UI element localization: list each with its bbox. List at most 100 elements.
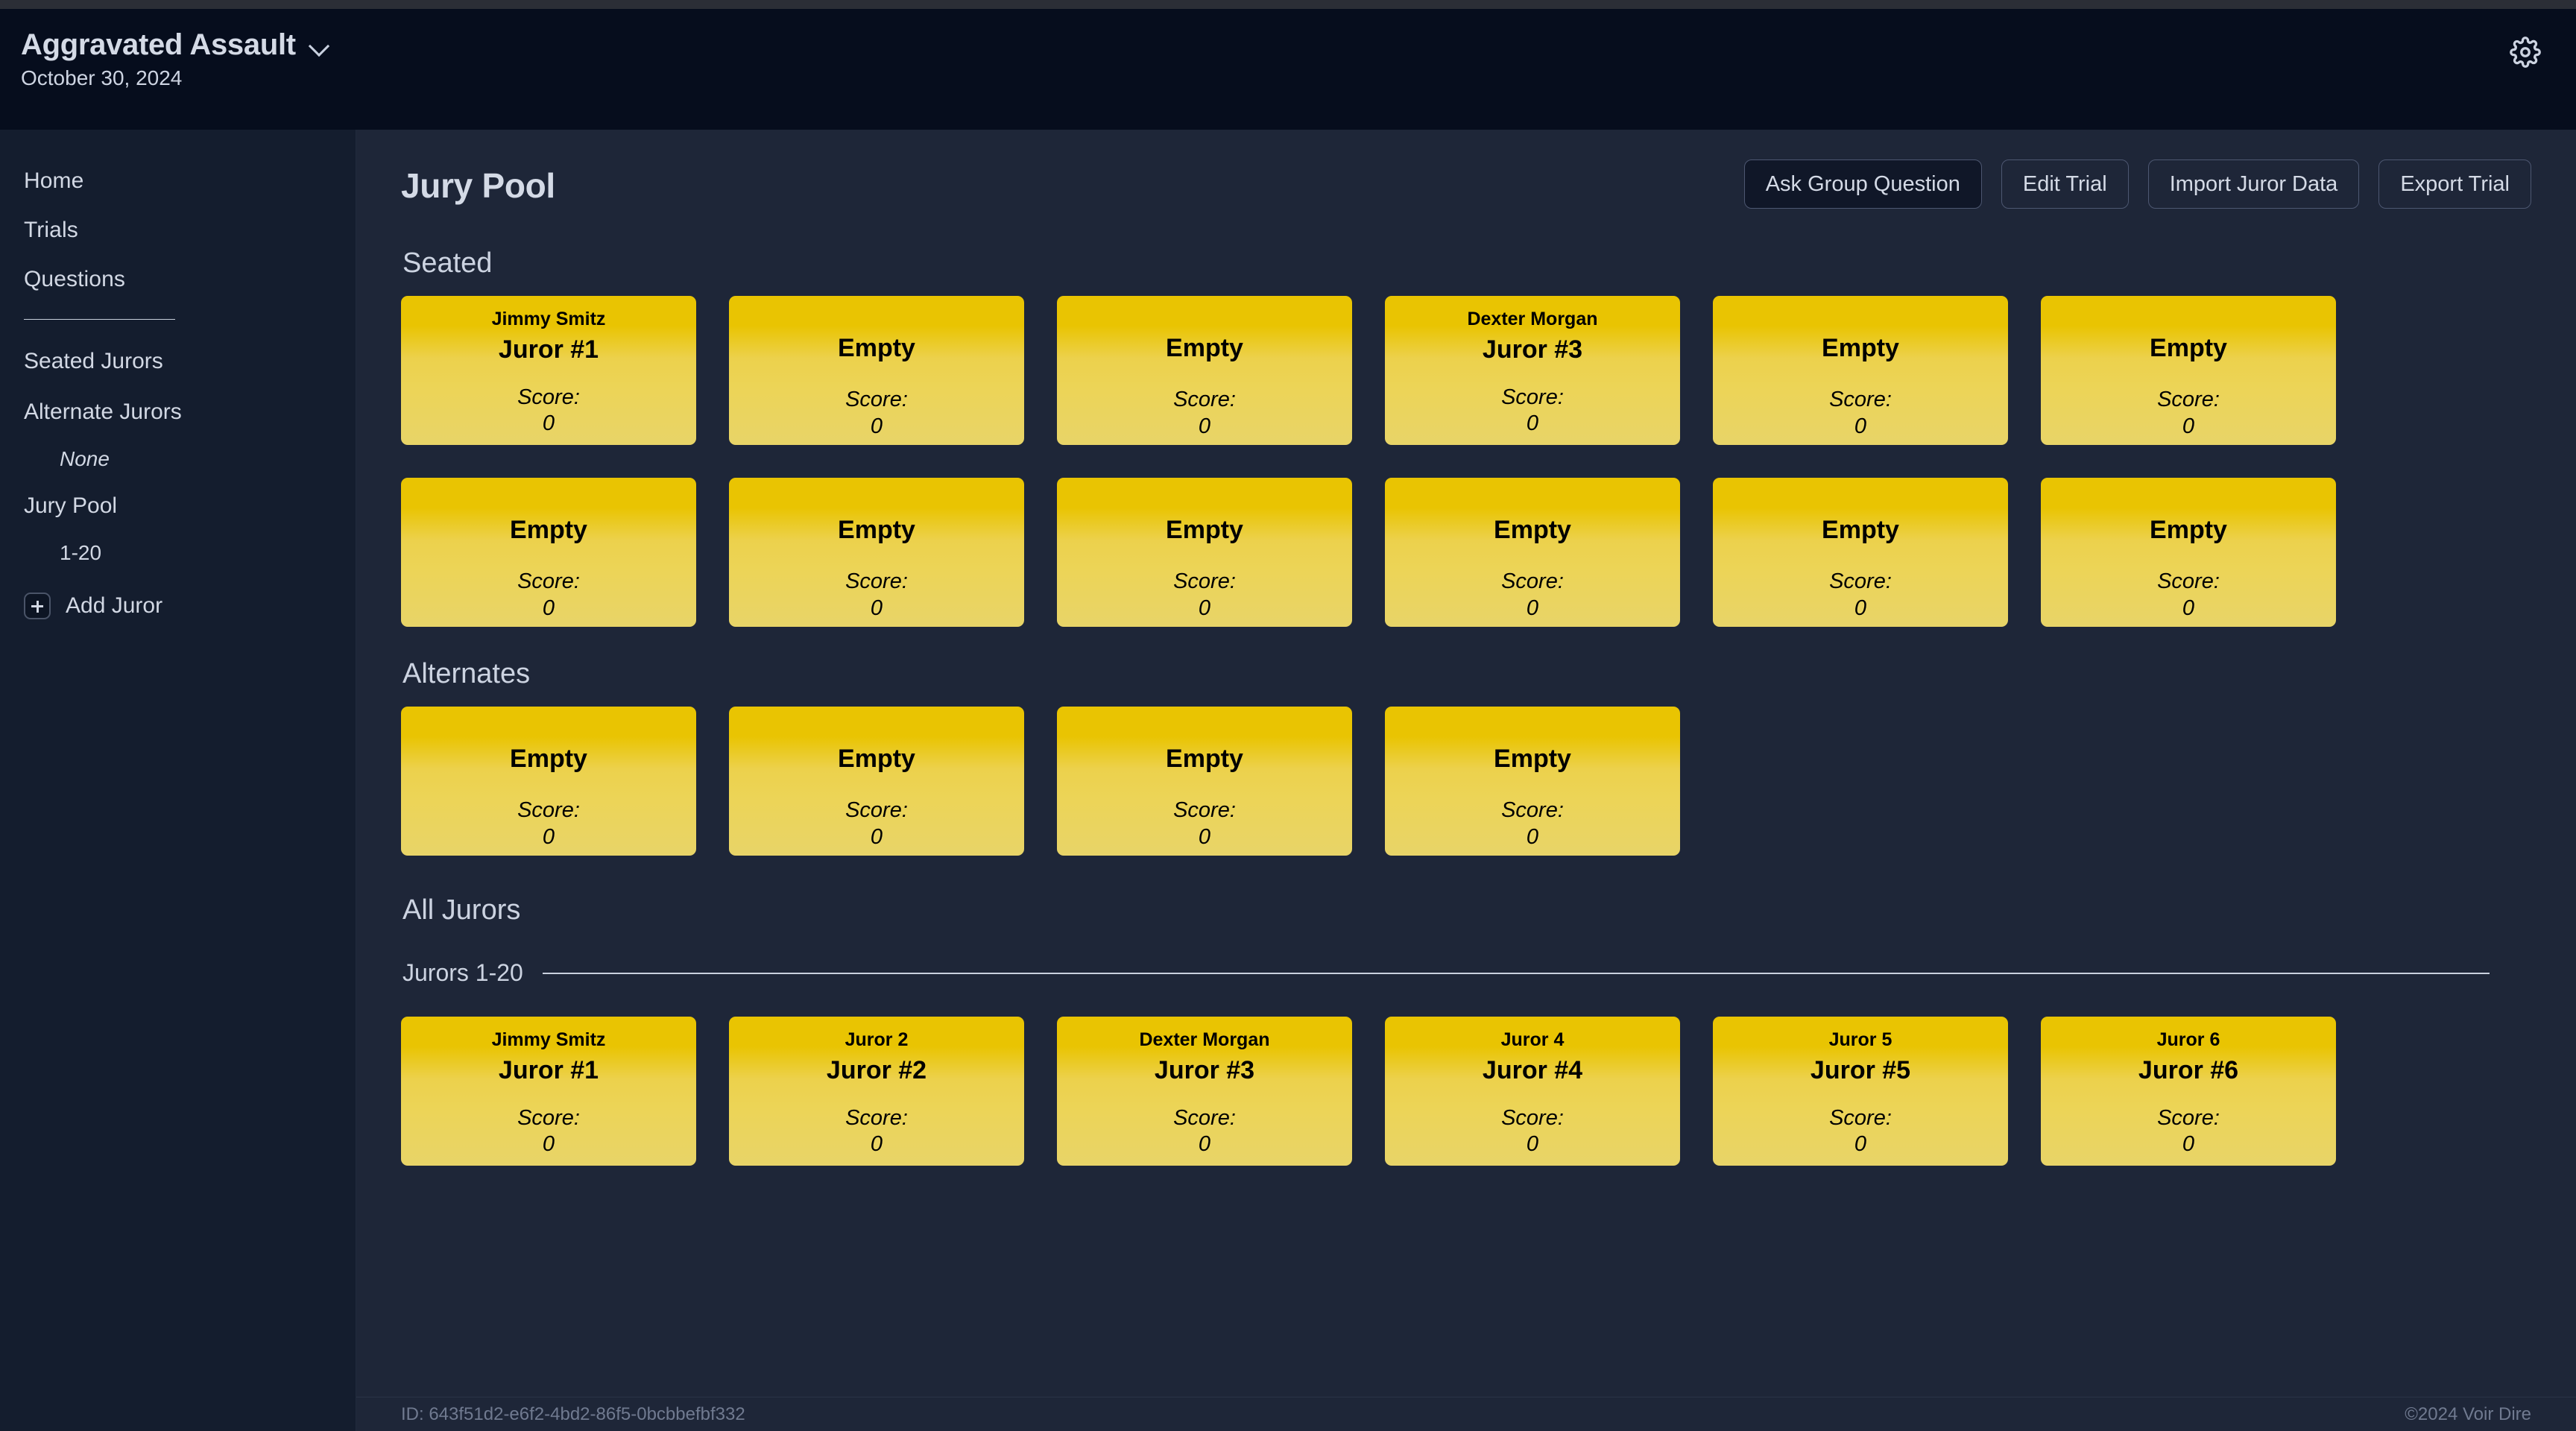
sidebar-subitem-1-20[interactable]: 1-20 — [24, 531, 332, 575]
gear-icon — [2510, 37, 2541, 68]
settings-button[interactable] — [2506, 33, 2545, 72]
score-label: Score: — [845, 797, 908, 824]
juror-card[interactable]: EmptyScore:0 — [1057, 478, 1352, 627]
ask-group-question-button[interactable]: Ask Group Question — [1744, 159, 1982, 209]
score-label: Score: — [1173, 797, 1236, 824]
juror-number: Juror #3 — [1483, 333, 1582, 366]
sidebar-item-trials[interactable]: Trials — [24, 206, 332, 255]
juror-card[interactable]: Dexter MorganJuror #3 Score:0 — [1057, 1017, 1352, 1166]
score-label: Score: — [2157, 1105, 2220, 1131]
juror-card[interactable]: EmptyScore:0 — [2041, 478, 2336, 627]
page-title: Jury Pool — [401, 159, 555, 206]
juror-card[interactable]: EmptyScore:0 — [401, 707, 696, 856]
trial-id: ID: 643f51d2-e6f2-4bd2-86f5-0bcbbefbf332 — [401, 1404, 745, 1425]
juror-card[interactable]: Jimmy SmitzJuror #1Score:0 — [401, 1017, 696, 1166]
juror-card[interactable]: Jimmy SmitzJuror #1Score:0 — [401, 296, 696, 445]
juror-card[interactable]: Juror 6Juror #6Score:0 — [2041, 1017, 2336, 1166]
score-value: 0 — [871, 824, 883, 852]
score-label: Score: — [2157, 569, 2220, 595]
add-juror-button[interactable]: Add Juror — [24, 593, 332, 619]
top-bar: Aggravated Assault October 30, 2024 — [0, 0, 2576, 130]
score-value: 0 — [1527, 410, 1538, 438]
juror-number: Empty — [838, 742, 915, 775]
juror-card[interactable]: EmptyScore:0 — [1713, 296, 2008, 445]
section-grid-seated: Jimmy SmitzJuror #1Score:0EmptyScore:0Em… — [401, 296, 2531, 627]
score-value: 0 — [1527, 595, 1538, 623]
score-label: Score: — [1829, 1105, 1892, 1131]
jurors-range-divider: Jurors 1-20 — [402, 959, 2531, 987]
juror-number: Empty — [1822, 514, 1899, 546]
sidebar-divider — [24, 319, 175, 320]
score-value: 0 — [871, 413, 883, 441]
juror-card[interactable]: EmptyScore:0 — [1385, 707, 1680, 856]
main-content: Jury Pool Ask Group Question Edit Trial Im… — [356, 130, 2576, 1431]
juror-card[interactable]: Juror 5Juror #5Score:0 — [1713, 1017, 2008, 1166]
body-wrapper: HomeTrialsQuestions Seated JurorsAlterna… — [0, 130, 2576, 1431]
score-label: Score: — [1501, 569, 1564, 595]
juror-card[interactable]: EmptyScore:0 — [729, 478, 1024, 627]
juror-number: Empty — [2150, 332, 2227, 364]
score-value: 0 — [2182, 595, 2194, 623]
juror-card[interactable]: EmptyScore:0 — [2041, 296, 2336, 445]
juror-number: Empty — [1166, 514, 1243, 546]
score-label: Score: — [517, 569, 580, 595]
score-label: Score: — [1173, 1105, 1236, 1131]
juror-card[interactable]: EmptyScore:0 — [1057, 707, 1352, 856]
sidebar-subitem-none[interactable]: None — [24, 437, 332, 481]
score-value: 0 — [1199, 413, 1210, 441]
action-buttons: Ask Group Question Edit Trial Import Juror… — [1744, 159, 2531, 209]
juror-card[interactable]: Juror 2Juror #2Score:0 — [729, 1017, 1024, 1166]
chevron-down-icon[interactable] — [309, 36, 329, 55]
juror-card[interactable]: Empty Score:0 — [729, 707, 1024, 856]
export-trial-button[interactable]: Export Trial — [2378, 159, 2531, 209]
section-grid-alternates: EmptyScore:0EmptyScore:0EmptyScore:0Empt… — [401, 707, 2531, 856]
sidebar-group-alternate-jurors[interactable]: Alternate Jurors — [24, 387, 332, 437]
score-label: Score: — [517, 385, 580, 411]
section-title-alternates: Alternates — [402, 658, 2531, 690]
trial-date: October 30, 2024 — [21, 66, 329, 90]
juror-number: Juror #6 — [2138, 1054, 2238, 1087]
score-value: 0 — [2182, 1131, 2194, 1159]
score-value: 0 — [2182, 413, 2194, 441]
score-label: Score: — [845, 387, 908, 413]
score-value: 0 — [1199, 824, 1210, 852]
juror-number: Empty — [1494, 742, 1571, 775]
score-value: 0 — [1854, 1131, 1866, 1159]
score-value: 0 — [1199, 1131, 1210, 1159]
score-label: Score: — [1829, 569, 1892, 595]
score-label: Score: — [517, 1105, 580, 1131]
juror-number: Juror #3 — [1155, 1054, 1254, 1087]
juror-name: Dexter Morgan — [1139, 1029, 1269, 1052]
sidebar-item-home[interactable]: Home — [24, 157, 332, 206]
import-juror-data-button[interactable]: Import Juror Data — [2148, 159, 2360, 209]
score-value: 0 — [1527, 1131, 1538, 1159]
juror-card[interactable]: EmptyScore:0 — [1385, 478, 1680, 627]
juror-card[interactable]: Empty Score:0 — [729, 296, 1024, 445]
score-value: 0 — [543, 824, 555, 852]
trial-name: Aggravated Assault — [21, 28, 296, 62]
all-jurors-grid: Jimmy SmitzJuror #1Score:0Juror 2Juror #… — [401, 1017, 2531, 1166]
sidebar-item-questions[interactable]: Questions — [24, 255, 332, 304]
score-value: 0 — [1527, 824, 1538, 852]
trial-selector[interactable]: Aggravated Assault October 30, 2024 — [21, 28, 329, 90]
juror-number: Empty — [1822, 332, 1899, 364]
juror-number: Empty — [838, 332, 915, 364]
trial-name-row[interactable]: Aggravated Assault — [21, 28, 329, 62]
juror-card[interactable]: EmptyScore:0 — [1057, 296, 1352, 445]
main-header: Jury Pool Ask Group Question Edit Trial Im… — [401, 159, 2531, 209]
sidebar-groups: Seated JurorsAlternate JurorsNoneJury Po… — [24, 336, 332, 575]
score-label: Score: — [1501, 1105, 1564, 1131]
juror-name: Juror 5 — [1829, 1029, 1892, 1052]
juror-card[interactable]: EmptyScore:0 — [401, 478, 696, 627]
juror-card[interactable]: Juror 4Juror #4Score:0 — [1385, 1017, 1680, 1166]
juror-card[interactable]: EmptyScore:0 — [1713, 478, 2008, 627]
score-value: 0 — [871, 595, 883, 623]
juror-name: Juror 2 — [845, 1029, 909, 1052]
edit-trial-button[interactable]: Edit Trial — [2001, 159, 2129, 209]
sidebar-group-seated-jurors[interactable]: Seated Jurors — [24, 336, 332, 387]
jurors-range-label: Jurors 1-20 — [402, 959, 523, 987]
sidebar-group-jury-pool[interactable]: Jury Pool — [24, 481, 332, 531]
sidebar: HomeTrialsQuestions Seated JurorsAlterna… — [0, 130, 356, 1431]
juror-card[interactable]: Dexter MorganJuror #3Score:0 — [1385, 296, 1680, 445]
app-root: Aggravated Assault October 30, 2024 Home… — [0, 0, 2576, 1431]
